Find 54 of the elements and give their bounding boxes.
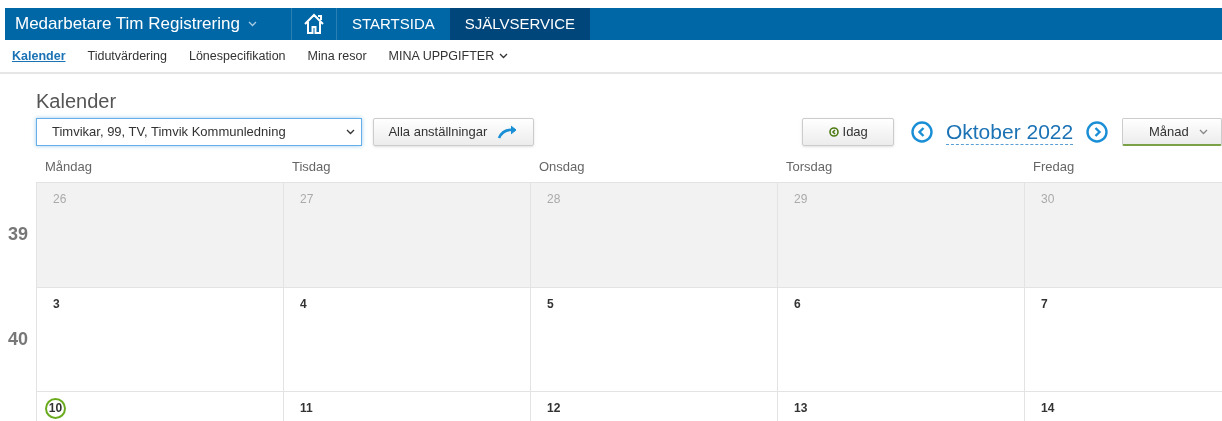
day-number: 27: [300, 191, 314, 208]
app-menu[interactable]: Medarbetare Tim Registrering: [5, 8, 292, 40]
previous-month-button[interactable]: [910, 120, 934, 144]
day-number: 13: [794, 400, 808, 417]
day-number: 26: [53, 191, 67, 208]
day-cell[interactable]: 3: [36, 287, 283, 391]
view-select[interactable]: Månad: [1122, 118, 1222, 146]
day-number: 29: [794, 191, 808, 208]
today-button[interactable]: Idag: [802, 118, 895, 146]
day-number: 30: [1041, 191, 1055, 208]
week-number: 39: [8, 223, 28, 246]
day-cell[interactable]: 11: [283, 391, 530, 421]
day-cell[interactable]: 12: [530, 391, 777, 421]
weekday-header: Måndag: [45, 159, 92, 175]
main-nav-tab[interactable]: STARTSIDA: [337, 8, 450, 40]
day-number: 7: [1041, 296, 1048, 313]
sub-nav-link[interactable]: Kalender: [12, 46, 66, 66]
today-icon: [828, 127, 839, 137]
day-cell[interactable]: 13: [777, 391, 1024, 421]
week-number: 40: [8, 327, 28, 351]
day-cell[interactable]: 7: [1024, 287, 1222, 391]
day-number: 4: [300, 296, 307, 313]
chevron-down-icon: [1198, 128, 1208, 135]
day-cell[interactable]: 4: [283, 287, 530, 391]
chevron-down-icon: [247, 21, 257, 27]
weekday-header: Tisdag: [292, 159, 331, 175]
employment-select[interactable]: Timvikar, 99, TV, Timvik Kommunledning: [36, 118, 363, 146]
day-cell[interactable]: 6: [777, 287, 1024, 391]
next-month-button[interactable]: [1085, 120, 1109, 144]
day-cell[interactable]: 5: [530, 287, 777, 391]
sub-nav-link[interactable]: Lönespecifikation: [188, 46, 286, 66]
day-number: 6: [794, 296, 801, 313]
weekday-header: Fredag: [1033, 159, 1075, 175]
day-number: 11: [300, 400, 313, 417]
day-number: 14: [1041, 400, 1055, 417]
day-number: 28: [547, 191, 561, 208]
all-employments-button[interactable]: Alla anställningar: [373, 118, 535, 146]
day-number: 12: [547, 400, 561, 417]
month-title[interactable]: Oktober 2022: [945, 119, 1074, 145]
day-number: 3: [53, 296, 60, 313]
chevron-down-icon: [346, 129, 356, 135]
day-cell[interactable]: 10: [36, 391, 283, 421]
main-nav-tab[interactable]: SJÄLVSERVICE: [449, 8, 591, 40]
page-title: Kalender: [36, 89, 118, 114]
sub-nav-menu[interactable]: MINA UPPGIFTER: [388, 46, 509, 66]
day-number: 10: [45, 397, 66, 419]
weekday-header: Onsdag: [539, 159, 585, 175]
day-number: 5: [547, 296, 554, 313]
weekday-header: Torsdag: [786, 159, 833, 175]
home-icon: [303, 13, 325, 35]
sub-nav-link[interactable]: Tidutvärdering: [87, 46, 167, 66]
sub-nav-link[interactable]: Mina resor: [307, 46, 367, 66]
chevron-down-icon: [499, 53, 509, 59]
day-cell[interactable]: 14: [1024, 391, 1222, 421]
